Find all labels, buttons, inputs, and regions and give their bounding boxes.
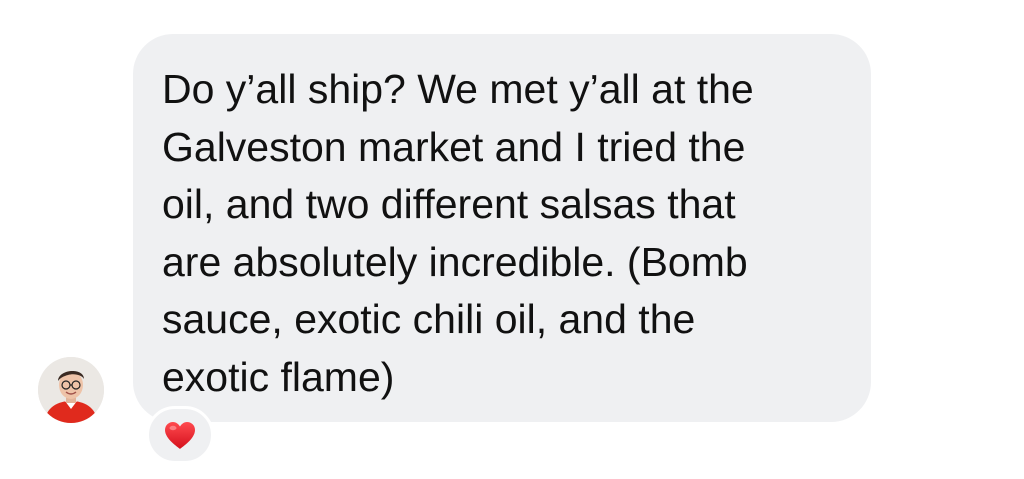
message-line: are absolutely incredible. (Bomb (162, 238, 748, 285)
message-bubble[interactable]: Do y’all ship? We met y’all at the Galve… (133, 34, 871, 422)
message-line: Galveston market and I tried the (162, 123, 746, 170)
red-heart-icon (165, 421, 195, 449)
message-line: sauce, exotic chili oil, and the (162, 296, 696, 342)
avatar[interactable] (38, 357, 104, 423)
chat-view: Do y’all ship? We met y’all at the Galve… (0, 0, 1024, 479)
message-line: exotic flame) (162, 353, 395, 400)
message-line: oil, and two different salsas that (162, 181, 736, 227)
user-avatar-icon (38, 357, 104, 423)
message-line: Do y’all ship? We met y’all at the (162, 66, 754, 112)
reaction-badge[interactable] (146, 406, 214, 464)
